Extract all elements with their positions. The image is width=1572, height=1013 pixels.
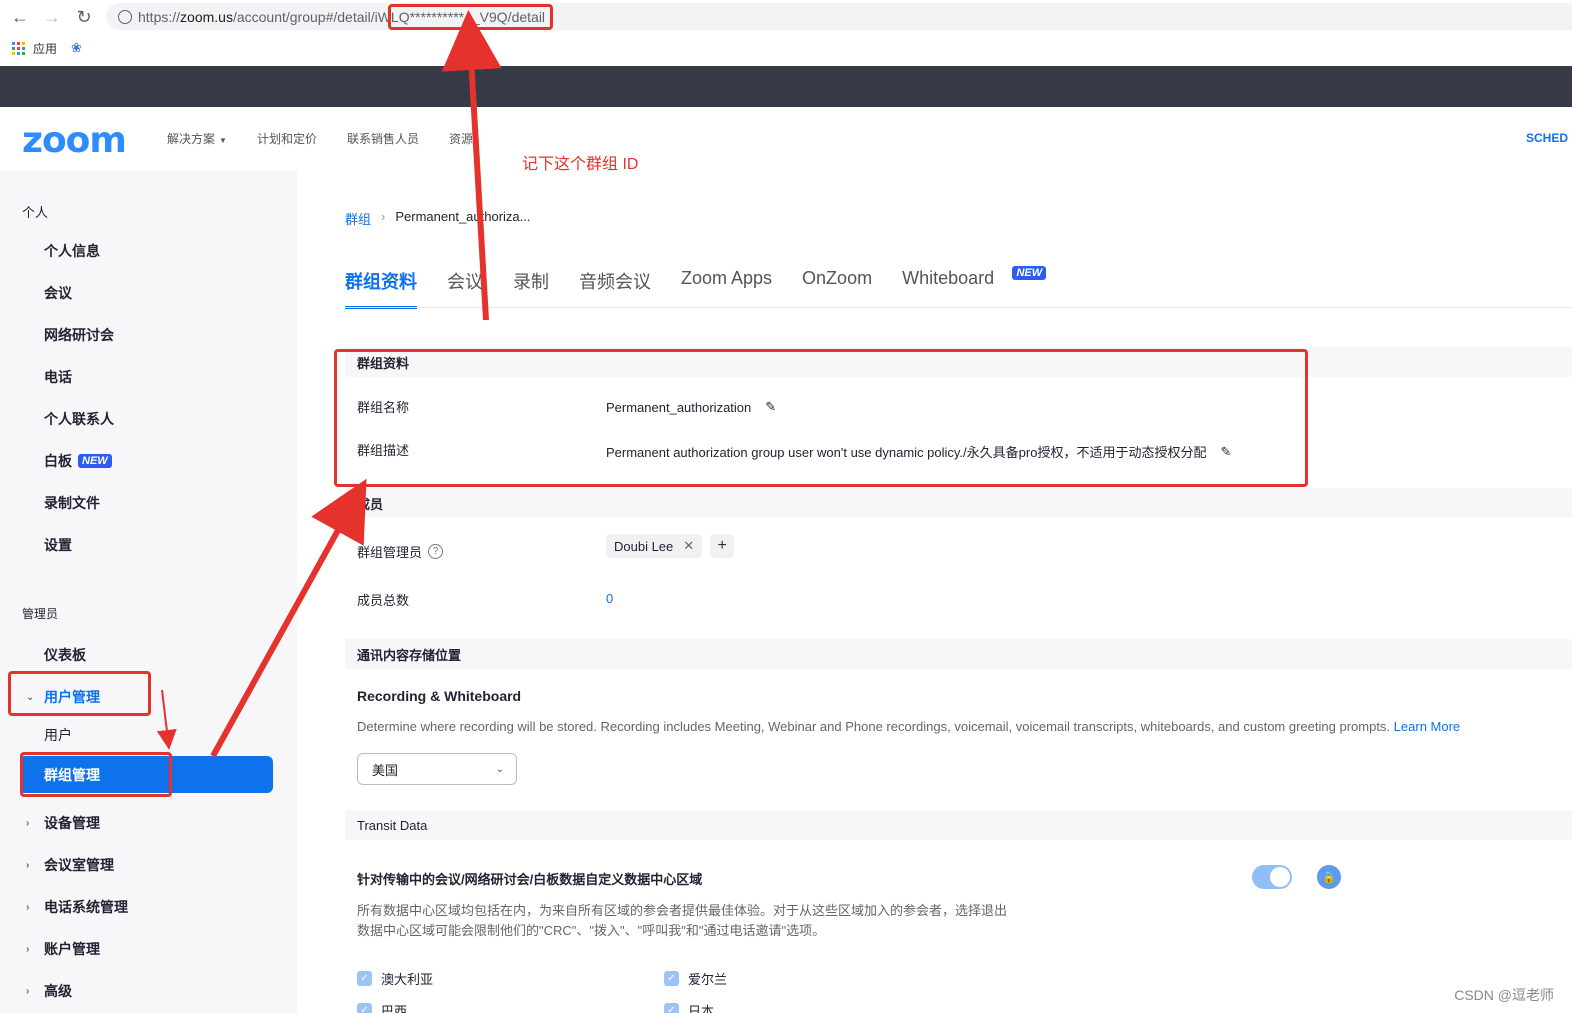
- apps-grid-icon[interactable]: [12, 41, 25, 55]
- section-header-storage: 通讯内容存储位置: [345, 639, 1572, 669]
- group-tabs: 群组资料 会议 录制 音频会议 Zoom Apps OnZoom Whitebo…: [345, 266, 1047, 309]
- main-content: 群组 › Permanent_authoriza... 群组资料 会议 录制 音…: [297, 170, 1572, 1013]
- sidebar-item-dashboard[interactable]: 仪表板: [44, 645, 86, 665]
- region-checkbox-brazil[interactable]: ✓ 巴西: [357, 1001, 407, 1013]
- reload-icon[interactable]: ↻: [72, 5, 96, 29]
- nav-contact-sales[interactable]: 联系销售人员: [347, 130, 419, 147]
- group-admin-label: 群组管理员?: [357, 542, 444, 561]
- breadcrumb-groups[interactable]: 群组: [345, 209, 371, 228]
- sidebar-item-meetings[interactable]: 会议: [44, 283, 72, 303]
- add-admin-button[interactable]: +: [710, 534, 735, 558]
- annotation-box-profile: [334, 349, 1308, 487]
- help-question-icon[interactable]: ?: [428, 544, 444, 559]
- forward-arrow-icon[interactable]: →: [40, 5, 64, 29]
- schedule-link[interactable]: SCHED: [1526, 131, 1568, 145]
- learn-more-link[interactable]: Learn More: [1394, 719, 1460, 734]
- tab-zoom-apps[interactable]: Zoom Apps: [681, 268, 772, 309]
- sidebar-item-account-management[interactable]: › 账户管理: [26, 939, 100, 959]
- transit-toggle[interactable]: [1252, 865, 1292, 889]
- nav-solutions[interactable]: 解决方案 ▼: [167, 130, 227, 147]
- chevron-right-icon: ›: [26, 817, 30, 829]
- chevron-right-icon: ›: [26, 985, 30, 997]
- sidebar-item-settings[interactable]: 设置: [44, 535, 72, 555]
- sidebar-item-whiteboards[interactable]: 白板 NEW: [44, 451, 112, 471]
- address-bar[interactable]: https://zoom.us/account/group#/detail/iW…: [106, 3, 1572, 30]
- sidebar-section-personal: 个人: [22, 205, 49, 220]
- region-checkbox-japan[interactable]: ✓ 日本: [664, 1001, 714, 1013]
- storage-description: Determine where recording will be stored…: [357, 719, 1461, 734]
- bookmark-apps[interactable]: 应用: [33, 40, 57, 57]
- sidebar-item-users[interactable]: 用户: [44, 725, 72, 745]
- sidebar-item-profile[interactable]: 个人信息: [44, 241, 100, 261]
- chevron-right-icon: ›: [26, 943, 30, 955]
- sidebar-item-contacts[interactable]: 个人联系人: [44, 409, 114, 429]
- breadcrumb: 群组 › Permanent_authoriza...: [345, 209, 531, 228]
- tab-onzoom[interactable]: OnZoom: [802, 268, 872, 309]
- region-checkbox-ireland[interactable]: ✓ 爱尔兰: [664, 969, 727, 988]
- baidu-paw-icon[interactable]: ❀: [71, 40, 82, 56]
- member-total-value[interactable]: 0: [606, 591, 613, 606]
- url-scheme: https://: [138, 8, 181, 25]
- annotation-box-group-management: [20, 752, 172, 797]
- storage-region-select[interactable]: 美国 ⌄: [357, 753, 517, 785]
- member-total-label: 成员总数: [357, 593, 410, 608]
- tab-profile[interactable]: 群组资料: [345, 268, 417, 309]
- watermark: CSDN @逗老师: [1454, 987, 1554, 1003]
- group-admin-value: Doubi Lee ✕ +: [606, 534, 735, 558]
- caret-down-icon: ▼: [219, 136, 227, 145]
- top-nav: 解决方案 ▼ 计划和定价 联系销售人员 资源: [167, 130, 473, 147]
- tab-whiteboard[interactable]: Whiteboard NEW: [902, 266, 1047, 309]
- admin-chip: Doubi Lee ✕: [606, 534, 703, 558]
- tab-audio-conferencing[interactable]: 音频会议: [579, 268, 651, 309]
- checkmark-icon: ✓: [664, 971, 679, 986]
- checkmark-icon: ✓: [357, 971, 372, 986]
- site-info-icon[interactable]: [118, 9, 132, 24]
- bookmarks-bar: 应用 ❀: [0, 36, 1572, 60]
- transit-description-line2: 数据中心区域可能会限制他们的"CRC"、"拨入"、"呼叫我"和"通过电话邀请"选…: [357, 923, 826, 938]
- tab-recording[interactable]: 录制: [513, 268, 549, 309]
- zoom-header: zoom 解决方案 ▼ 计划和定价 联系销售人员 资源 SCHED: [0, 107, 1572, 169]
- sidebar-item-room-management[interactable]: › 会议室管理: [26, 855, 114, 875]
- checkmark-icon: ✓: [357, 1003, 372, 1013]
- sidebar-item-phone[interactable]: 电话: [44, 367, 72, 387]
- annotation-box-group-id: [388, 4, 553, 30]
- breadcrumb-current: Permanent_authoriza...: [395, 209, 531, 224]
- browser-toolbar: ← → ↻ https://zoom.us/account/group#/det…: [0, 0, 1572, 34]
- sidebar-item-advanced[interactable]: › 高级: [26, 981, 72, 1001]
- obscured-banner: [0, 66, 1572, 107]
- sidebar: 个人 个人信息 会议 网络研讨会 电话 个人联系人 白板 NEW 录制文件 设置 …: [0, 170, 297, 1013]
- checkmark-icon: ✓: [664, 1003, 679, 1013]
- sidebar-item-phone-system[interactable]: › 电话系统管理: [26, 897, 128, 917]
- sidebar-item-recordings[interactable]: 录制文件: [44, 493, 100, 513]
- new-badge: NEW: [78, 454, 112, 468]
- transit-title: 针对传输中的会议/网络研讨会/白板数据自定义数据中心区域: [357, 872, 703, 887]
- section-header-members: 成员: [345, 488, 1572, 518]
- close-icon[interactable]: ✕: [683, 538, 694, 554]
- annotation-note: 记下这个群组 ID: [522, 156, 639, 173]
- tabs-divider: [345, 307, 1572, 308]
- zoom-logo[interactable]: zoom: [22, 120, 127, 161]
- chevron-down-icon: ⌄: [495, 763, 504, 775]
- nav-pricing[interactable]: 计划和定价: [257, 130, 317, 147]
- region-checkbox-australia[interactable]: ✓ 澳大利亚: [357, 969, 433, 988]
- tab-meetings[interactable]: 会议: [447, 268, 483, 309]
- back-arrow-icon[interactable]: ←: [8, 5, 32, 29]
- storage-title: Recording & Whiteboard: [357, 688, 522, 704]
- transit-description-line1: 所有数据中心区域均包括在内，为来自所有区域的参会者提供最佳体验。对于从这些区域加…: [357, 903, 1008, 918]
- url-host: zoom.us: [180, 8, 233, 25]
- nav-resources[interactable]: 资源: [449, 130, 473, 147]
- breadcrumb-chevron-icon: ›: [381, 209, 386, 224]
- annotation-box-user-management: [8, 671, 151, 716]
- chevron-right-icon: ›: [26, 859, 30, 871]
- section-header-transit: Transit Data: [345, 810, 1572, 840]
- new-badge: NEW: [1012, 266, 1047, 280]
- lock-icon[interactable]: 🔒: [1317, 865, 1341, 889]
- sidebar-item-webinars[interactable]: 网络研讨会: [44, 325, 114, 345]
- chevron-right-icon: ›: [26, 901, 30, 913]
- sidebar-section-admin: 管理员: [22, 607, 59, 621]
- sidebar-item-device-management[interactable]: › 设备管理: [26, 813, 100, 833]
